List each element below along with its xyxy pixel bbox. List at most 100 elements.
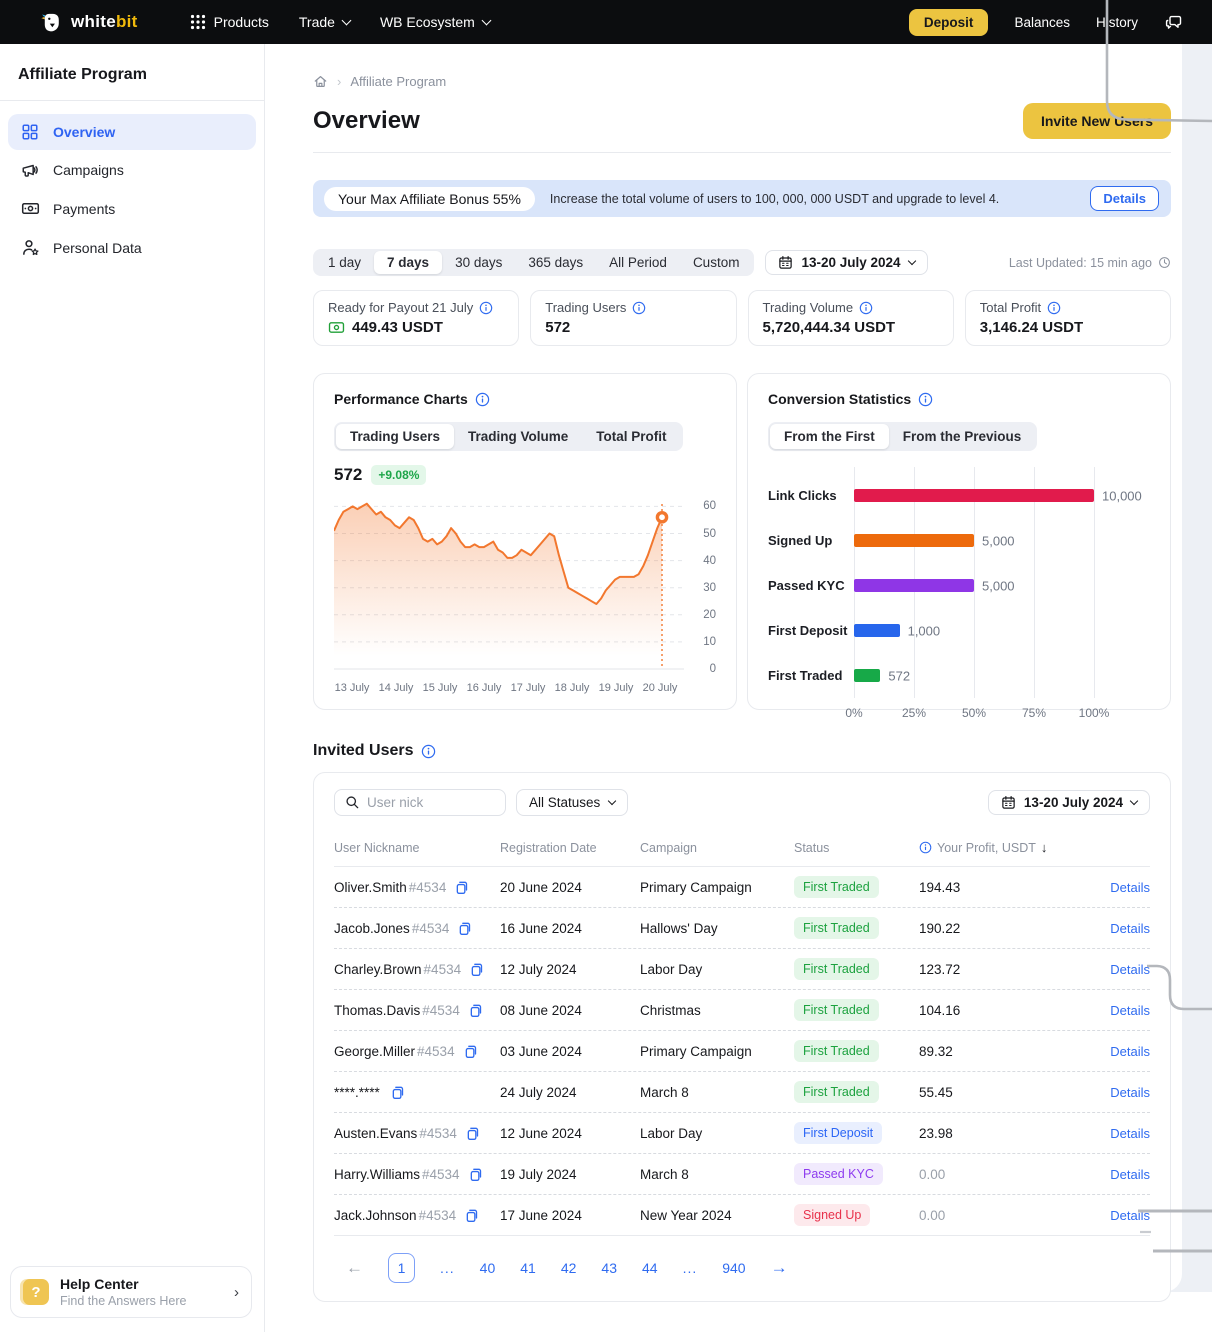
details-link[interactable]: Details — [1110, 962, 1150, 977]
details-link[interactable]: Details — [1110, 1044, 1150, 1059]
sidebar-item-label: Payments — [53, 201, 115, 217]
search-icon — [345, 795, 360, 810]
copy-icon[interactable] — [457, 921, 472, 936]
whitebit-logo[interactable]: whitebit — [40, 11, 138, 34]
table-row: George.Miller#4534 03 June 2024 Primary … — [334, 1031, 1150, 1072]
campaign-name: March 8 — [640, 1085, 794, 1100]
sidebar-item-payments[interactable]: Payments — [8, 190, 256, 227]
tab-1-day[interactable]: 1 day — [315, 251, 374, 274]
info-icon[interactable] — [1047, 301, 1061, 315]
page-number[interactable]: 41 — [520, 1260, 536, 1276]
tab-from-the-previous[interactable]: From the Previous — [889, 424, 1036, 449]
user-nickname: Jacob.Jones — [334, 921, 410, 936]
nav-history[interactable]: History — [1096, 15, 1138, 30]
sidebar-item-personal-data[interactable]: Personal Data — [8, 229, 256, 266]
invite-new-users-button[interactable]: Invite New Users — [1023, 103, 1171, 139]
details-link[interactable]: Details — [1110, 1167, 1150, 1182]
info-icon[interactable] — [859, 301, 873, 315]
conversion-x-tick: 0% — [845, 706, 862, 720]
page-number[interactable]: 940 — [722, 1260, 745, 1276]
tab-trading-volume[interactable]: Trading Volume — [454, 424, 582, 449]
table-date-range-picker[interactable]: 13-20 July 2024 — [988, 790, 1150, 815]
col-your-profit[interactable]: Your Profit, USDT ↓ — [919, 840, 1093, 855]
copy-icon[interactable] — [390, 1085, 405, 1100]
user-id-tag: #4534 — [424, 962, 462, 977]
copy-icon[interactable] — [469, 962, 484, 977]
search-input[interactable] — [367, 795, 487, 810]
copy-icon[interactable] — [465, 1126, 480, 1141]
prev-page-arrow-icon[interactable]: ← — [346, 1258, 363, 1278]
help-center-card[interactable]: ? Help Center Find the Answers Here › — [10, 1266, 252, 1318]
info-icon[interactable] — [918, 392, 933, 407]
tab-total-profit[interactable]: Total Profit — [582, 424, 680, 449]
deposit-button[interactable]: Deposit — [909, 9, 989, 36]
nav-trade[interactable]: Trade — [299, 14, 350, 30]
details-link[interactable]: Details — [1110, 1126, 1150, 1141]
date-range-picker[interactable]: 13-20 July 2024 — [765, 250, 927, 275]
sidebar-item-campaigns[interactable]: Campaigns — [8, 152, 256, 188]
breadcrumb-page[interactable]: Affiliate Program — [350, 74, 446, 89]
conversion-bar — [854, 489, 1094, 502]
col-campaign: Campaign — [640, 841, 794, 855]
page-number[interactable]: 42 — [561, 1260, 577, 1276]
tab-from-the-first[interactable]: From the First — [770, 424, 889, 449]
info-icon[interactable] — [421, 744, 436, 759]
stat-card-ready-for-payout: Ready for Payout 21 July 449.43 USDT — [313, 290, 519, 346]
chevron-down-icon — [907, 256, 915, 264]
table-row: Jack.Johnson#4534 17 June 2024 New Year … — [334, 1195, 1150, 1236]
page-number[interactable]: 44 — [642, 1260, 658, 1276]
user-nickname: Charley.Brown — [334, 962, 422, 977]
nav-products[interactable]: Products — [190, 14, 269, 30]
copy-icon[interactable] — [454, 880, 469, 895]
nav-wb-ecosystem[interactable]: WB Ecosystem — [380, 14, 490, 30]
header-divider — [313, 152, 1171, 153]
page-number[interactable]: 1 — [388, 1253, 415, 1283]
nav-balances[interactable]: Balances — [1014, 15, 1070, 30]
status-filter-select[interactable]: All Statuses — [516, 789, 628, 816]
copy-icon[interactable] — [468, 1003, 483, 1018]
chat-icon[interactable] — [1164, 12, 1184, 32]
info-icon[interactable] — [632, 301, 646, 315]
y-tick-label: 0 — [710, 663, 716, 675]
status-filter-value: All Statuses — [529, 795, 600, 810]
page-number[interactable]: 43 — [601, 1260, 617, 1276]
bonus-details-button[interactable]: Details — [1090, 186, 1159, 211]
tab-custom[interactable]: Custom — [680, 251, 753, 274]
conversion-value-label: 572 — [880, 668, 910, 683]
stat-card-trading-volume: Trading Volume 5,720,444.34 USDT — [748, 290, 954, 346]
profit-value: 0.00 — [919, 1167, 1093, 1182]
details-link[interactable]: Details — [1110, 1003, 1150, 1018]
sidebar-item-overview[interactable]: Overview — [8, 114, 256, 150]
x-tick-label: 19 July — [599, 682, 634, 694]
tab-7-days[interactable]: 7 days — [374, 251, 442, 274]
user-nickname-cell: George.Miller#4534 — [334, 1044, 500, 1059]
copy-icon[interactable] — [464, 1208, 479, 1223]
tab-365-days[interactable]: 365 days — [515, 251, 596, 274]
home-icon[interactable] — [313, 74, 328, 89]
bonus-pill: Your Max Affiliate Bonus 55% — [324, 187, 535, 211]
last-updated-text: Last Updated: 15 min ago — [1009, 256, 1152, 270]
details-link[interactable]: Details — [1110, 921, 1150, 936]
tab-all-period[interactable]: All Period — [596, 251, 680, 274]
megaphone-icon — [20, 161, 40, 179]
tab-trading-users[interactable]: Trading Users — [336, 424, 454, 449]
copy-icon[interactable] — [468, 1167, 483, 1182]
details-link[interactable]: Details — [1110, 880, 1150, 895]
next-page-arrow-icon[interactable]: → — [771, 1258, 788, 1278]
info-icon[interactable] — [479, 301, 493, 315]
copy-icon[interactable] — [463, 1044, 478, 1059]
sidebar-item-label: Personal Data — [53, 240, 142, 256]
chevron-down-icon — [608, 796, 616, 804]
user-id-tag: #4534 — [409, 880, 447, 895]
top-navbar: whitebit Products Trade WB Ecosystem Dep… — [0, 0, 1212, 44]
stat-label: Total Profit — [980, 300, 1041, 315]
details-link[interactable]: Details — [1110, 1208, 1150, 1223]
page-number[interactable]: 40 — [480, 1260, 496, 1276]
info-icon[interactable] — [919, 841, 932, 854]
tab-30-days[interactable]: 30 days — [442, 251, 515, 274]
sidebar-item-label: Campaigns — [53, 162, 124, 178]
nav-products-label: Products — [214, 14, 269, 30]
details-link[interactable]: Details — [1110, 1085, 1150, 1100]
status-badge: Signed Up — [794, 1204, 870, 1226]
info-icon[interactable] — [475, 392, 490, 407]
